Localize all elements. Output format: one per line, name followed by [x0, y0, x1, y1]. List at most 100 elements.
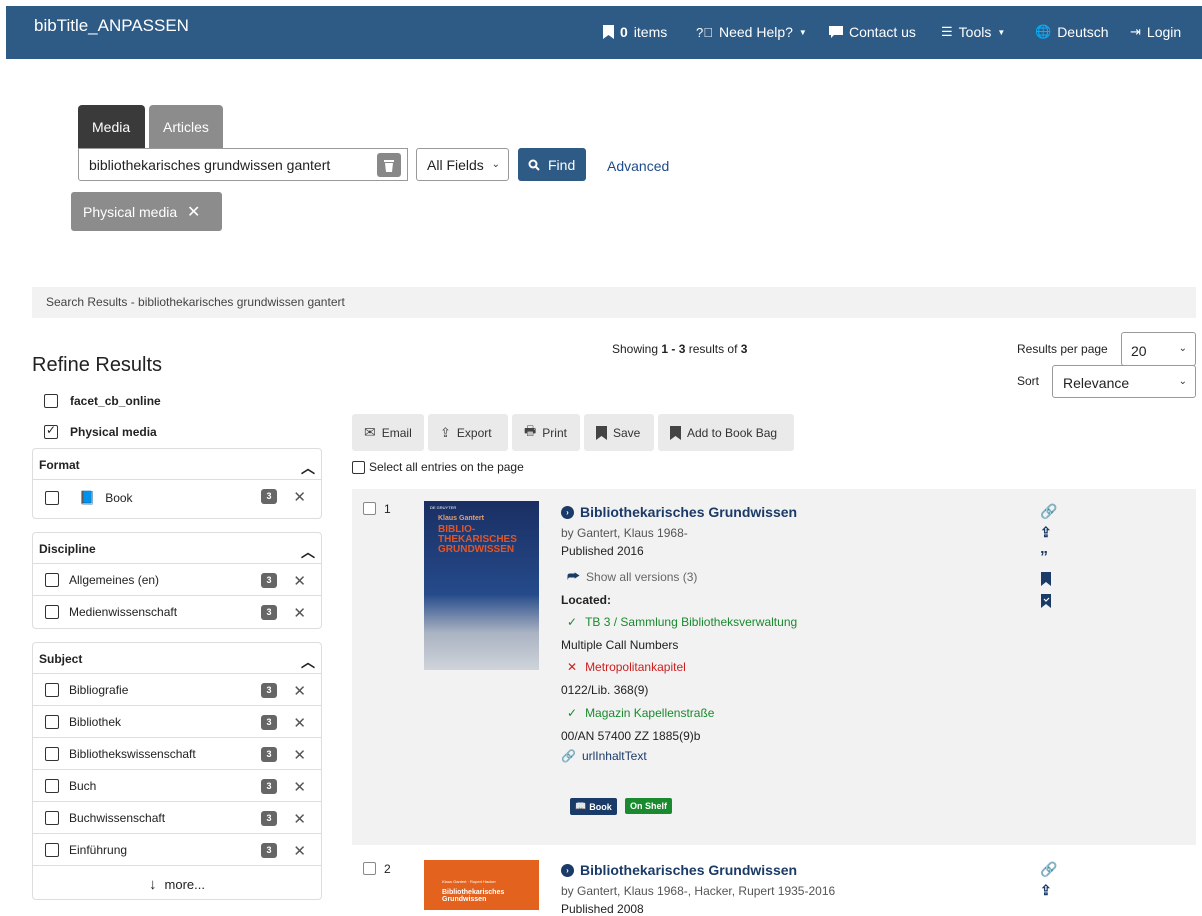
share-icon: ⮫: [567, 568, 581, 584]
x-icon: ✕: [567, 660, 578, 674]
email-button[interactable]: ✉ Email: [352, 414, 424, 451]
help-dropdown[interactable]: ?⃝ Need Help? ▼: [696, 24, 807, 40]
checkbox[interactable]: [45, 491, 59, 505]
book-cover-image[interactable]: Klaus Gantert · Rupert Hacker Bibliothek…: [424, 860, 539, 910]
facet-item-einfuehrung[interactable]: Einführung 3 ✕: [33, 834, 321, 866]
facet-item-buchwissenschaft[interactable]: Buchwissenschaft 3 ✕: [33, 802, 321, 834]
format-facet-header[interactable]: Format ︿: [33, 449, 321, 480]
login-link[interactable]: ⇥ Login: [1130, 24, 1181, 40]
quote-icon[interactable]: ”: [1040, 549, 1048, 567]
find-button[interactable]: Find: [518, 148, 586, 181]
more-label: more...: [164, 877, 205, 892]
advanced-search-link[interactable]: Advanced: [607, 158, 669, 174]
location-available[interactable]: ✓ Magazin Kapellenstraße: [567, 706, 714, 720]
chevron-down-icon: ⌄: [1178, 376, 1187, 387]
export-label: Export: [456, 425, 492, 440]
link-icon: 🔗: [561, 749, 576, 763]
export-icon[interactable]: ⇪: [1040, 882, 1052, 899]
checkbox[interactable]: [352, 460, 365, 474]
contact-link[interactable]: Contact us: [829, 24, 916, 40]
result-select[interactable]: 1: [363, 502, 391, 516]
tab-media[interactable]: Media: [78, 105, 145, 148]
exclude-icon[interactable]: ✕: [293, 488, 306, 506]
subject-facet-header[interactable]: Subject ︿: [33, 643, 321, 674]
close-icon[interactable]: ✕: [187, 204, 200, 221]
export-button[interactable]: ⇪ Export: [428, 414, 508, 451]
bookmark-icon[interactable]: [1041, 572, 1051, 589]
check-icon: ✓: [567, 706, 578, 720]
search-input[interactable]: bibliothekarisches grundwissen gantert: [78, 148, 408, 181]
checkbox[interactable]: [45, 572, 59, 587]
clear-search-button[interactable]: [377, 153, 401, 177]
facet-count-badge: 3: [261, 747, 277, 762]
results-per-page-select[interactable]: 20 ⌄: [1121, 332, 1196, 366]
save-button[interactable]: Save: [584, 414, 654, 451]
search-field-value: All Fields: [427, 157, 484, 173]
export-icon[interactable]: ⇪: [1040, 524, 1052, 541]
location-available[interactable]: ✓ TB 3 / Sammlung Bibliotheksverwaltung: [567, 615, 797, 629]
sort-select[interactable]: Relevance ⌄: [1052, 365, 1196, 398]
brand-title[interactable]: bibTitle_ANPASSEN: [34, 16, 189, 36]
exclude-icon[interactable]: ✕: [293, 778, 306, 796]
select-all-checkbox[interactable]: Select all entries on the page: [352, 460, 524, 474]
book-cover-image[interactable]: DE GRUYTER Klaus Gantert BIBLIO-THEKARIS…: [424, 501, 539, 670]
exclude-icon[interactable]: ✕: [293, 682, 306, 700]
exclude-icon[interactable]: ✕: [293, 746, 306, 764]
checkbox[interactable]: [45, 682, 59, 697]
result-author[interactable]: by Gantert, Klaus 1968-: [561, 526, 688, 540]
checkbox-checked[interactable]: ✓: [44, 423, 58, 439]
chevron-up-icon[interactable]: ︿: [301, 542, 315, 560]
result-select[interactable]: 2: [363, 862, 391, 876]
checkbox[interactable]: [363, 502, 376, 515]
active-filter-chip[interactable]: Physical media ✕: [71, 192, 222, 231]
link-icon[interactable]: 🔗: [1040, 503, 1057, 520]
show-versions-link[interactable]: ⮫ Show all versions (3): [567, 568, 697, 585]
facet-item-bibliothekswissenschaft[interactable]: Bibliothekswissenschaft 3 ✕: [33, 738, 321, 770]
facet-item-book[interactable]: 📘 Book 3 ✕: [33, 480, 321, 512]
more-link[interactable]: ↓ more...: [33, 866, 321, 893]
chevron-up-icon[interactable]: ︿: [301, 458, 315, 476]
book-bag-link[interactable]: 0 items: [603, 24, 667, 40]
find-label: Find: [548, 156, 576, 173]
arrow-down-icon: ↓: [149, 876, 157, 893]
add-to-book-bag-button[interactable]: Add to Book Bag: [658, 414, 794, 451]
result-title-link[interactable]: › Bibliothekarisches Grundwissen: [561, 504, 797, 520]
help-label: Need Help?: [718, 24, 793, 40]
print-button[interactable]: 🖶 Print: [512, 414, 580, 451]
chevron-up-icon[interactable]: ︿: [301, 652, 315, 670]
checkbox[interactable]: [45, 778, 59, 793]
facet-checkbox-physical[interactable]: ✓ Physical media: [44, 423, 157, 439]
exclude-icon[interactable]: ✕: [293, 604, 306, 622]
result-author[interactable]: by Gantert, Klaus 1968-, Hacker, Rupert …: [561, 884, 835, 898]
facet-item-buch[interactable]: Buch 3 ✕: [33, 770, 321, 802]
facet-item-bibliothek[interactable]: Bibliothek 3 ✕: [33, 706, 321, 738]
bookmark-save-icon[interactable]: [1041, 594, 1051, 611]
checkbox[interactable]: [45, 605, 59, 619]
facet-item-bibliografie[interactable]: Bibliografie 3 ✕: [33, 674, 321, 706]
checkbox[interactable]: [44, 394, 58, 408]
facet-item-medienwissenschaft[interactable]: Medienwissenschaft 3 ✕: [33, 596, 321, 628]
tab-articles[interactable]: Articles: [149, 105, 223, 148]
facet-item-allgemeines[interactable]: Allgemeines (en) 3 ✕: [33, 564, 321, 596]
exclude-icon[interactable]: ✕: [293, 572, 306, 590]
tools-dropdown[interactable]: ☰ Tools ▼: [941, 24, 1005, 40]
exclude-icon[interactable]: ✕: [293, 810, 306, 828]
search-field-select[interactable]: All Fields ⌄: [416, 148, 509, 181]
globe-icon: 🌐: [1035, 24, 1052, 39]
status-badge: On Shelf: [625, 798, 673, 814]
language-link[interactable]: 🌐 Deutsch: [1035, 24, 1109, 40]
checkbox[interactable]: [363, 862, 376, 875]
exclude-icon[interactable]: ✕: [293, 714, 306, 732]
facet-checkbox-online[interactable]: facet_cb_online: [44, 394, 161, 408]
result-title-link[interactable]: › Bibliothekarisches Grundwissen: [561, 862, 797, 878]
exclude-icon[interactable]: ✕: [293, 842, 306, 860]
checkbox[interactable]: [45, 842, 59, 857]
checkbox[interactable]: [45, 810, 59, 825]
refine-results-heading: Refine Results: [32, 354, 163, 376]
checkbox[interactable]: [45, 746, 59, 761]
checkbox[interactable]: [45, 714, 59, 729]
location-unavailable[interactable]: ✕ Metropolitankapitel: [567, 660, 686, 674]
discipline-facet-header[interactable]: Discipline ︿: [33, 533, 321, 564]
link-icon[interactable]: 🔗: [1040, 861, 1057, 878]
url-link[interactable]: 🔗 urlInhaltText: [561, 749, 647, 763]
